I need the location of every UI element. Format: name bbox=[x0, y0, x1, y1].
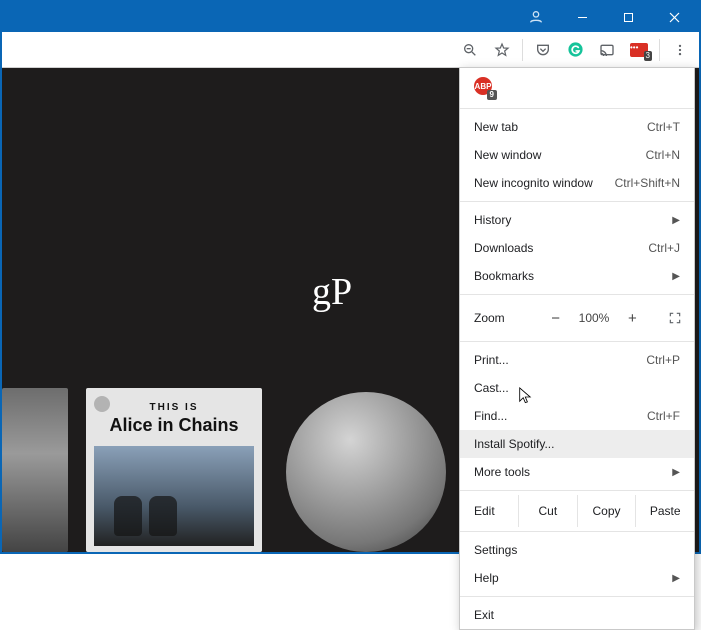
zoom-out-button[interactable]: − bbox=[547, 310, 565, 327]
edit-copy-button[interactable]: Copy bbox=[577, 495, 636, 527]
album-card-row: THIS IS Alice in Chains bbox=[2, 388, 446, 552]
menu-item-history[interactable]: History ▶ bbox=[460, 206, 694, 234]
submenu-arrow-icon: ▶ bbox=[672, 467, 680, 478]
menu-item-new-window[interactable]: New window Ctrl+N bbox=[460, 141, 694, 169]
menu-item-zoom: Zoom − 100% + bbox=[460, 299, 694, 337]
menu-label: New window bbox=[474, 148, 646, 162]
menu-label: Cast... bbox=[474, 381, 680, 395]
menu-item-downloads[interactable]: Downloads Ctrl+J bbox=[460, 234, 694, 262]
window-titlebar bbox=[2, 2, 699, 32]
lastpass-extension-icon[interactable]: •••3 bbox=[626, 37, 652, 63]
menu-label: Install Spotify... bbox=[474, 437, 680, 451]
chrome-main-menu: ABP 9 New tab Ctrl+T New window Ctrl+N N… bbox=[459, 67, 695, 630]
card-image bbox=[94, 446, 254, 546]
card-overline: THIS IS bbox=[149, 402, 198, 413]
window-maximize-button[interactable] bbox=[605, 2, 651, 32]
extension-badge: 3 bbox=[644, 51, 652, 61]
menu-extension-row[interactable]: ABP 9 bbox=[460, 68, 694, 104]
menu-item-print[interactable]: Print... Ctrl+P bbox=[460, 346, 694, 374]
chrome-menu-button[interactable] bbox=[667, 37, 693, 63]
toolbar-separator bbox=[522, 39, 523, 61]
menu-divider bbox=[460, 201, 694, 202]
menu-divider bbox=[460, 531, 694, 532]
menu-shortcut: Ctrl+T bbox=[647, 120, 680, 134]
bookmark-star-icon[interactable] bbox=[489, 37, 515, 63]
menu-label: Print... bbox=[474, 353, 646, 367]
menu-shortcut: Ctrl+Shift+N bbox=[615, 176, 680, 190]
menu-divider bbox=[460, 294, 694, 295]
zoom-value: 100% bbox=[579, 311, 610, 325]
menu-shortcut: Ctrl+P bbox=[646, 353, 680, 367]
menu-label: Find... bbox=[474, 409, 647, 423]
site-logo: gP bbox=[312, 270, 352, 314]
window-minimize-button[interactable] bbox=[559, 2, 605, 32]
submenu-arrow-icon: ▶ bbox=[672, 215, 680, 226]
chrome-profile-icon[interactable] bbox=[513, 2, 559, 32]
edit-label: Edit bbox=[460, 495, 518, 527]
menu-divider bbox=[460, 108, 694, 109]
menu-label: Settings bbox=[474, 543, 680, 557]
menu-item-new-tab[interactable]: New tab Ctrl+T bbox=[460, 113, 694, 141]
submenu-arrow-icon: ▶ bbox=[672, 271, 680, 282]
menu-divider bbox=[460, 596, 694, 597]
menu-label: Downloads bbox=[474, 241, 648, 255]
menu-divider bbox=[460, 490, 694, 491]
toolbar-separator bbox=[659, 39, 660, 61]
cast-extension-icon[interactable] bbox=[594, 37, 620, 63]
album-card-alice-in-chains[interactable]: THIS IS Alice in Chains bbox=[86, 388, 262, 552]
card-title: Alice in Chains bbox=[109, 415, 238, 436]
menu-item-more-tools[interactable]: More tools ▶ bbox=[460, 458, 694, 486]
menu-item-edit: Edit Cut Copy Paste bbox=[460, 495, 694, 527]
menu-item-bookmarks[interactable]: Bookmarks ▶ bbox=[460, 262, 694, 290]
fullscreen-button[interactable] bbox=[664, 307, 686, 329]
menu-item-exit[interactable]: Exit bbox=[460, 601, 694, 629]
zoom-label: Zoom bbox=[474, 311, 524, 325]
menu-label: History bbox=[474, 213, 672, 227]
browser-toolbar: •••3 bbox=[2, 32, 699, 68]
menu-label: New tab bbox=[474, 120, 647, 134]
menu-item-help[interactable]: Help ▶ bbox=[460, 564, 694, 592]
spotify-logo-icon bbox=[94, 396, 110, 412]
menu-divider bbox=[460, 341, 694, 342]
menu-item-new-incognito[interactable]: New incognito window Ctrl+Shift+N bbox=[460, 169, 694, 197]
menu-shortcut: Ctrl+F bbox=[647, 409, 680, 423]
menu-label: Bookmarks bbox=[474, 269, 672, 283]
menu-shortcut: Ctrl+N bbox=[646, 148, 680, 162]
zoom-indicator-icon[interactable] bbox=[457, 37, 483, 63]
menu-label: Help bbox=[474, 571, 672, 585]
menu-item-settings[interactable]: Settings bbox=[460, 536, 694, 564]
artist-avatar[interactable] bbox=[286, 392, 446, 552]
grammarly-extension-icon[interactable] bbox=[562, 37, 588, 63]
pocket-extension-icon[interactable] bbox=[530, 37, 556, 63]
abp-badge: 9 bbox=[487, 90, 497, 100]
menu-shortcut: Ctrl+J bbox=[648, 241, 680, 255]
edit-paste-button[interactable]: Paste bbox=[635, 495, 694, 527]
menu-item-find[interactable]: Find... Ctrl+F bbox=[460, 402, 694, 430]
submenu-arrow-icon: ▶ bbox=[672, 573, 680, 584]
omnibox-area[interactable] bbox=[8, 32, 451, 67]
adblock-plus-icon: ABP 9 bbox=[474, 77, 492, 95]
menu-label: Exit bbox=[474, 608, 680, 622]
zoom-in-button[interactable]: + bbox=[623, 310, 641, 327]
menu-item-cast[interactable]: Cast... bbox=[460, 374, 694, 402]
menu-label: New incognito window bbox=[474, 176, 615, 190]
window-close-button[interactable] bbox=[651, 2, 697, 32]
album-card[interactable] bbox=[2, 388, 68, 552]
menu-label: More tools bbox=[474, 465, 672, 479]
menu-item-install-app[interactable]: Install Spotify... bbox=[460, 430, 694, 458]
edit-cut-button[interactable]: Cut bbox=[518, 495, 577, 527]
